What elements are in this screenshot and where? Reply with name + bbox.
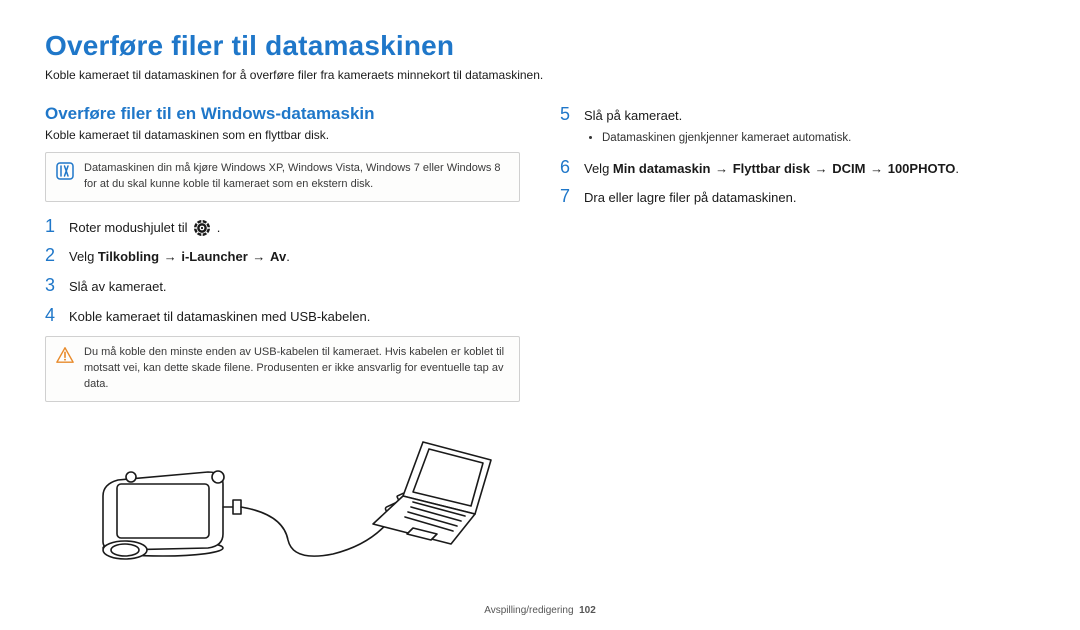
step-body: Velg Tilkobling → i-Launcher → Av. bbox=[69, 245, 290, 267]
step-body: Slå av kameraet. bbox=[69, 275, 167, 297]
note-text: Datamaskinen din må kjøre Windows XP, Wi… bbox=[84, 161, 509, 193]
step-6-b3: DCIM bbox=[832, 161, 865, 176]
arrow-icon: → bbox=[714, 161, 729, 176]
step-number: 6 bbox=[560, 157, 574, 179]
step-body: Velg Min datamaskin → Flyttbar disk → DC… bbox=[584, 157, 959, 179]
step-number: 3 bbox=[45, 275, 59, 297]
mode-dial-icon bbox=[193, 219, 211, 237]
step-body: Roter modushjulet til bbox=[69, 216, 220, 238]
warning-text: Du må koble den minste enden av USB-kabe… bbox=[84, 345, 509, 393]
step-number: 2 bbox=[45, 245, 59, 267]
step-3: 3 Slå av kameraet. bbox=[45, 275, 520, 297]
subintro-windows: Koble kameraet til datamaskinen som en f… bbox=[45, 128, 520, 142]
step-5: 5 Slå på kameraet. Datamaskinen gjenkjen… bbox=[560, 104, 1035, 149]
step-body: Dra eller lagre filer på datamaskinen. bbox=[584, 186, 796, 208]
step-5-text: Slå på kameraet. bbox=[584, 108, 682, 123]
footer-section: Avspilling/redigering bbox=[484, 605, 573, 616]
step-5-bullet: Datamaskinen gjenkjenner kameraet automa… bbox=[602, 130, 851, 147]
page: Overføre filer til datamaskinen Koble ka… bbox=[0, 0, 1080, 630]
step-body: Slå på kameraet. Datamaskinen gjenkjenne… bbox=[584, 104, 851, 149]
arrow-icon: → bbox=[869, 161, 884, 176]
step-6-dot: . bbox=[955, 161, 959, 176]
step-2-b2: i-Launcher bbox=[181, 249, 247, 264]
left-column: Overføre filer til en Windows-datamaskin… bbox=[45, 104, 520, 572]
step-6: 6 Velg Min datamaskin → Flyttbar disk → … bbox=[560, 157, 1035, 179]
step-6-prefix: Velg bbox=[584, 161, 613, 176]
step-4: 4 Koble kameraet til datamaskinen med US… bbox=[45, 305, 520, 327]
page-footer: Avspilling/redigering 102 bbox=[0, 605, 1080, 616]
step-5-sublist: Datamaskinen gjenkjenner kameraet automa… bbox=[584, 130, 851, 147]
arrow-icon: → bbox=[814, 161, 829, 176]
step-2-b3: Av bbox=[270, 249, 286, 264]
step-1-text-suffix: . bbox=[217, 220, 221, 235]
step-number: 5 bbox=[560, 104, 574, 126]
step-1: 1 Roter modushjulet til bbox=[45, 216, 520, 238]
step-2-prefix: Velg bbox=[69, 249, 98, 264]
step-1-text-prefix: Roter modushjulet til bbox=[69, 220, 191, 235]
step-2: 2 Velg Tilkobling → i-Launcher → Av. bbox=[45, 245, 520, 267]
footer-page-number: 102 bbox=[579, 605, 596, 616]
page-title: Overføre filer til datamaskinen bbox=[45, 30, 1035, 62]
step-2-dot: . bbox=[286, 249, 290, 264]
step-2-b1: Tilkobling bbox=[98, 249, 159, 264]
note-icon bbox=[56, 162, 74, 180]
steps-right: 5 Slå på kameraet. Datamaskinen gjenkjen… bbox=[560, 104, 1035, 208]
content-columns: Overføre filer til en Windows-datamaskin… bbox=[45, 104, 1035, 572]
step-number: 1 bbox=[45, 216, 59, 238]
right-column: 5 Slå på kameraet. Datamaskinen gjenkjen… bbox=[560, 104, 1035, 572]
subheading-windows: Overføre filer til en Windows-datamaskin bbox=[45, 104, 520, 124]
page-intro: Koble kameraet til datamaskinen for å ov… bbox=[45, 68, 1035, 82]
steps-left: 1 Roter modushjulet til bbox=[45, 216, 520, 326]
arrow-icon: → bbox=[251, 249, 266, 264]
step-body: Koble kameraet til datamaskinen med USB-… bbox=[69, 305, 370, 327]
warning-box: Du må koble den minste enden av USB-kabe… bbox=[45, 336, 520, 402]
step-7: 7 Dra eller lagre filer på datamaskinen. bbox=[560, 186, 1035, 208]
note-box: Datamaskinen din må kjøre Windows XP, Wi… bbox=[45, 152, 520, 202]
step-number: 4 bbox=[45, 305, 59, 327]
step-6-b4: 100PHOTO bbox=[888, 161, 956, 176]
step-6-b2: Flyttbar disk bbox=[733, 161, 810, 176]
usb-illustration bbox=[45, 422, 520, 572]
step-6-b1: Min datamaskin bbox=[613, 161, 711, 176]
warning-icon bbox=[56, 346, 74, 364]
step-number: 7 bbox=[560, 186, 574, 208]
arrow-icon: → bbox=[163, 249, 178, 264]
